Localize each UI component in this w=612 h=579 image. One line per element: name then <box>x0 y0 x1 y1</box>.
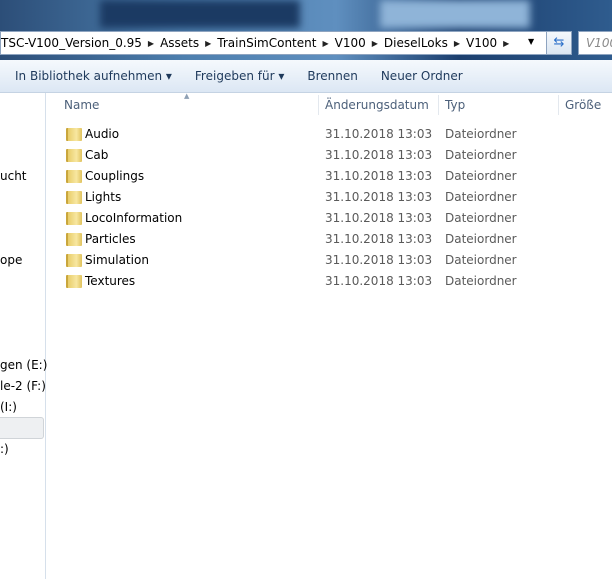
file-row[interactable]: Couplings 31.10.2018 13:03 Dateiordner <box>62 166 602 187</box>
folder-icon <box>66 233 82 246</box>
refresh-button[interactable]: ⇆ <box>546 31 572 55</box>
refresh-icon: ⇆ <box>553 35 565 50</box>
chevron-right-icon[interactable]: ▶ <box>503 39 509 48</box>
file-date: 31.10.2018 13:03 <box>325 211 433 225</box>
nav-item[interactable]: ucht <box>0 169 27 183</box>
breadcrumb-segment[interactable]: V100 <box>335 36 366 50</box>
folder-icon <box>66 149 82 162</box>
blurred-background <box>100 0 300 28</box>
file-type: Dateiordner <box>445 127 517 141</box>
file-type: Dateiordner <box>445 274 517 288</box>
file-type: Dateiordner <box>445 253 517 267</box>
nav-item[interactable]: (I:) <box>0 400 17 414</box>
nav-item[interactable]: :) <box>0 442 9 456</box>
nav-item[interactable]: le-2 (F:) <box>0 379 46 393</box>
file-name: Simulation <box>85 253 149 267</box>
navigation-pane: ucht ope gen (E:) le-2 (F:) (I:) :) <box>0 93 47 579</box>
file-type: Dateiordner <box>445 148 517 162</box>
file-date: 31.10.2018 13:03 <box>325 232 433 246</box>
file-type: Dateiordner <box>445 232 517 246</box>
file-type: Dateiordner <box>445 190 517 204</box>
file-name: Lights <box>85 190 122 204</box>
address-history-dropdown-icon[interactable]: ▼ <box>528 37 534 46</box>
column-header-date[interactable]: Änderungsdatum <box>319 95 439 115</box>
search-input[interactable]: V100 <box>578 31 612 55</box>
chevron-right-icon[interactable]: ▶ <box>372 39 378 48</box>
column-header-name[interactable]: Name <box>58 95 319 115</box>
column-header-size[interactable]: Größe <box>559 95 612 115</box>
file-name: LocoInformation <box>85 211 183 225</box>
chevron-right-icon[interactable]: ▶ <box>205 39 211 48</box>
column-header-type[interactable]: Typ <box>439 95 559 115</box>
breadcrumb-segment[interactable]: V100 <box>466 36 497 50</box>
new-folder-button[interactable]: Neuer Ordner <box>381 69 463 83</box>
nav-item[interactable]: gen (E:) <box>0 358 47 372</box>
file-type: Dateiordner <box>445 169 517 183</box>
burn-button[interactable]: Brennen <box>307 69 357 83</box>
folder-icon <box>66 212 82 225</box>
file-date: 31.10.2018 13:03 <box>325 190 433 204</box>
nav-item-selected[interactable] <box>0 417 44 439</box>
folder-icon <box>66 128 82 141</box>
file-name: Cab <box>85 148 109 162</box>
blurred-background <box>380 0 530 28</box>
folder-icon <box>66 254 82 267</box>
file-name: Audio <box>85 127 120 141</box>
breadcrumb-segment[interactable]: TSC-V100_Version_0.95 <box>1 36 142 50</box>
add-to-library-button[interactable]: In Bibliothek aufnehmen ▾ <box>15 69 172 83</box>
file-row[interactable]: Cab 31.10.2018 13:03 Dateiordner <box>62 145 602 166</box>
address-bar[interactable]: TSC-V100_Version_0.95 ▶ Assets ▶ TrainSimC… <box>0 31 570 55</box>
file-row[interactable]: Textures 31.10.2018 13:03 Dateiordner <box>62 271 602 292</box>
command-bar: In Bibliothek aufnehmen ▾ Freigeben für … <box>0 60 612 93</box>
file-row[interactable]: Lights 31.10.2018 13:03 Dateiordner <box>62 187 602 208</box>
folder-icon <box>66 275 82 288</box>
breadcrumb-segment[interactable]: TrainSimContent <box>217 36 316 50</box>
file-row[interactable]: LocoInformation 31.10.2018 13:03 Dateior… <box>62 208 602 229</box>
file-date: 31.10.2018 13:03 <box>325 127 433 141</box>
share-with-button[interactable]: Freigeben für ▾ <box>195 69 284 83</box>
nav-item[interactable]: ope <box>0 253 22 267</box>
file-name: Couplings <box>85 169 145 183</box>
breadcrumb-segment[interactable]: Assets <box>160 36 199 50</box>
file-name: Textures <box>85 274 136 288</box>
chevron-right-icon[interactable]: ▶ <box>454 39 460 48</box>
file-row[interactable]: Audio 31.10.2018 13:03 Dateiordner <box>62 124 602 145</box>
folder-icon <box>66 170 82 183</box>
breadcrumb-segment[interactable]: DieselLoks <box>384 36 448 50</box>
file-type: Dateiordner <box>445 211 517 225</box>
file-date: 31.10.2018 13:03 <box>325 274 433 288</box>
file-date: 31.10.2018 13:03 <box>325 148 433 162</box>
chevron-right-icon[interactable]: ▶ <box>322 39 328 48</box>
file-row[interactable]: Particles 31.10.2018 13:03 Dateiordner <box>62 229 602 250</box>
folder-icon <box>66 191 82 204</box>
file-row[interactable]: Simulation 31.10.2018 13:03 Dateiordner <box>62 250 602 271</box>
chevron-right-icon[interactable]: ▶ <box>148 39 154 48</box>
file-date: 31.10.2018 13:03 <box>325 253 433 267</box>
file-name: Particles <box>85 232 136 246</box>
file-date: 31.10.2018 13:03 <box>325 169 433 183</box>
